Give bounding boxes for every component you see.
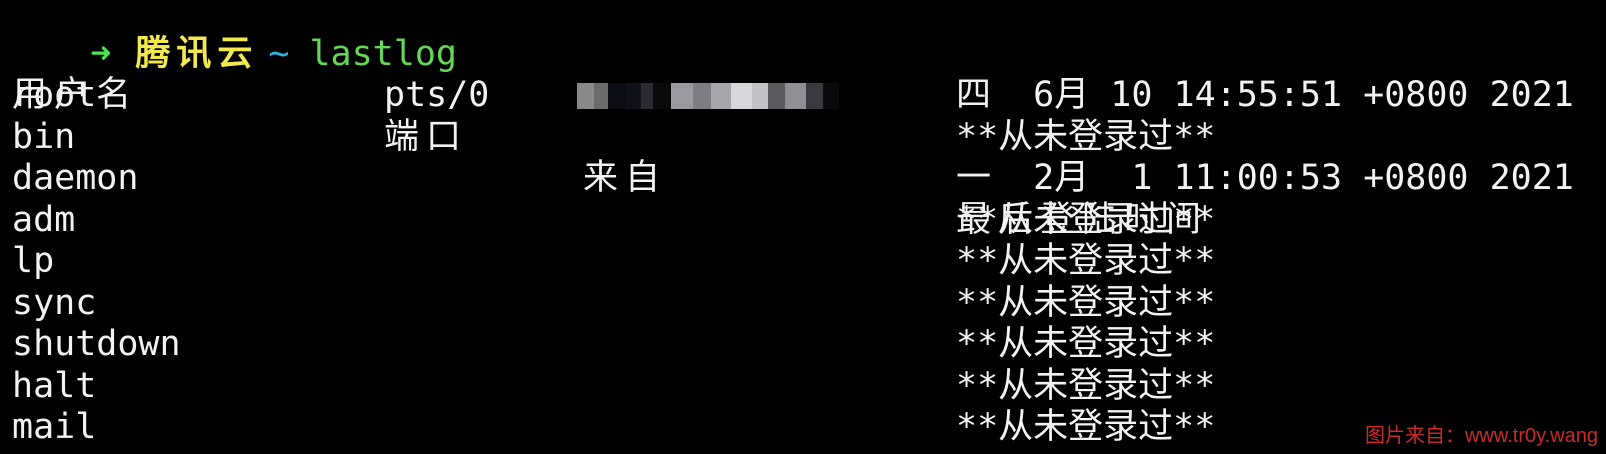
redaction-pixel (806, 83, 824, 109)
prompt-arrow-icon: ➜ (90, 33, 112, 74)
prompt-host: 腾讯云 (135, 33, 259, 74)
cell-last-login: **从未登录过** (956, 241, 1216, 281)
redaction-pixel (608, 83, 626, 109)
redaction-pixel (752, 83, 768, 109)
cell-last-login: **从未登录过** (956, 365, 1216, 406)
cell-last-login: **从未登录过** (956, 324, 1216, 364)
prompt-command: lastlog (309, 33, 457, 74)
redaction-pixel (653, 83, 671, 109)
cell-user: root (12, 75, 97, 115)
table-header: 用户名 端口 来自 最后登陆时间 (6, 34, 1201, 240)
prompt-line: ➜ 腾讯云 ~ lastlog (6, 0, 457, 74)
cell-last-login: **从未登录过** (956, 199, 1216, 240)
cell-user: adm (12, 199, 76, 240)
cell-user: sync (12, 282, 97, 323)
redaction-pixel (710, 83, 732, 109)
cell-user: bin (12, 116, 76, 157)
cell-last-login: **从未登录过** (956, 282, 1216, 323)
header-from: 来自 (583, 158, 668, 198)
redaction-pixel (767, 83, 786, 109)
redaction-pixel (693, 83, 711, 109)
redaction-pixel (670, 83, 694, 109)
prompt-cwd: ~ (268, 33, 290, 74)
redaction-pixel (823, 83, 839, 109)
terminal-window[interactable]: ➜ 腾讯云 ~ lastlog 用户名 端口 来自 最后登陆时间 root pts/0 四… (0, 0, 1606, 454)
header-port: 端口 (384, 116, 469, 157)
cell-user: shutdown (12, 324, 181, 364)
cell-port: pts/0 (384, 75, 490, 115)
redaction-pixel (641, 83, 654, 109)
redaction-pixel (785, 83, 806, 109)
watermark: 图片来自：www.tr0y.wang (1364, 425, 1598, 447)
cell-user: mail (12, 407, 97, 447)
cell-last-login: **从未登录过** (956, 116, 1216, 157)
cell-user: lp (12, 241, 55, 281)
redaction-pixel (594, 83, 609, 109)
redaction-pixel (625, 83, 642, 109)
cell-user: halt (12, 365, 97, 406)
cell-user: daemon (12, 158, 139, 198)
cell-last-login: **从未登录过** (956, 407, 1216, 447)
redaction-pixel (577, 83, 595, 109)
redaction-pixel (731, 83, 753, 109)
cell-last-login: 四 6月 10 14:55:51 +0800 2021 (956, 75, 1574, 115)
cell-last-login: 一 2月 1 11:00:53 +0800 2021 (956, 158, 1574, 198)
redacted-ip-block (577, 83, 839, 109)
